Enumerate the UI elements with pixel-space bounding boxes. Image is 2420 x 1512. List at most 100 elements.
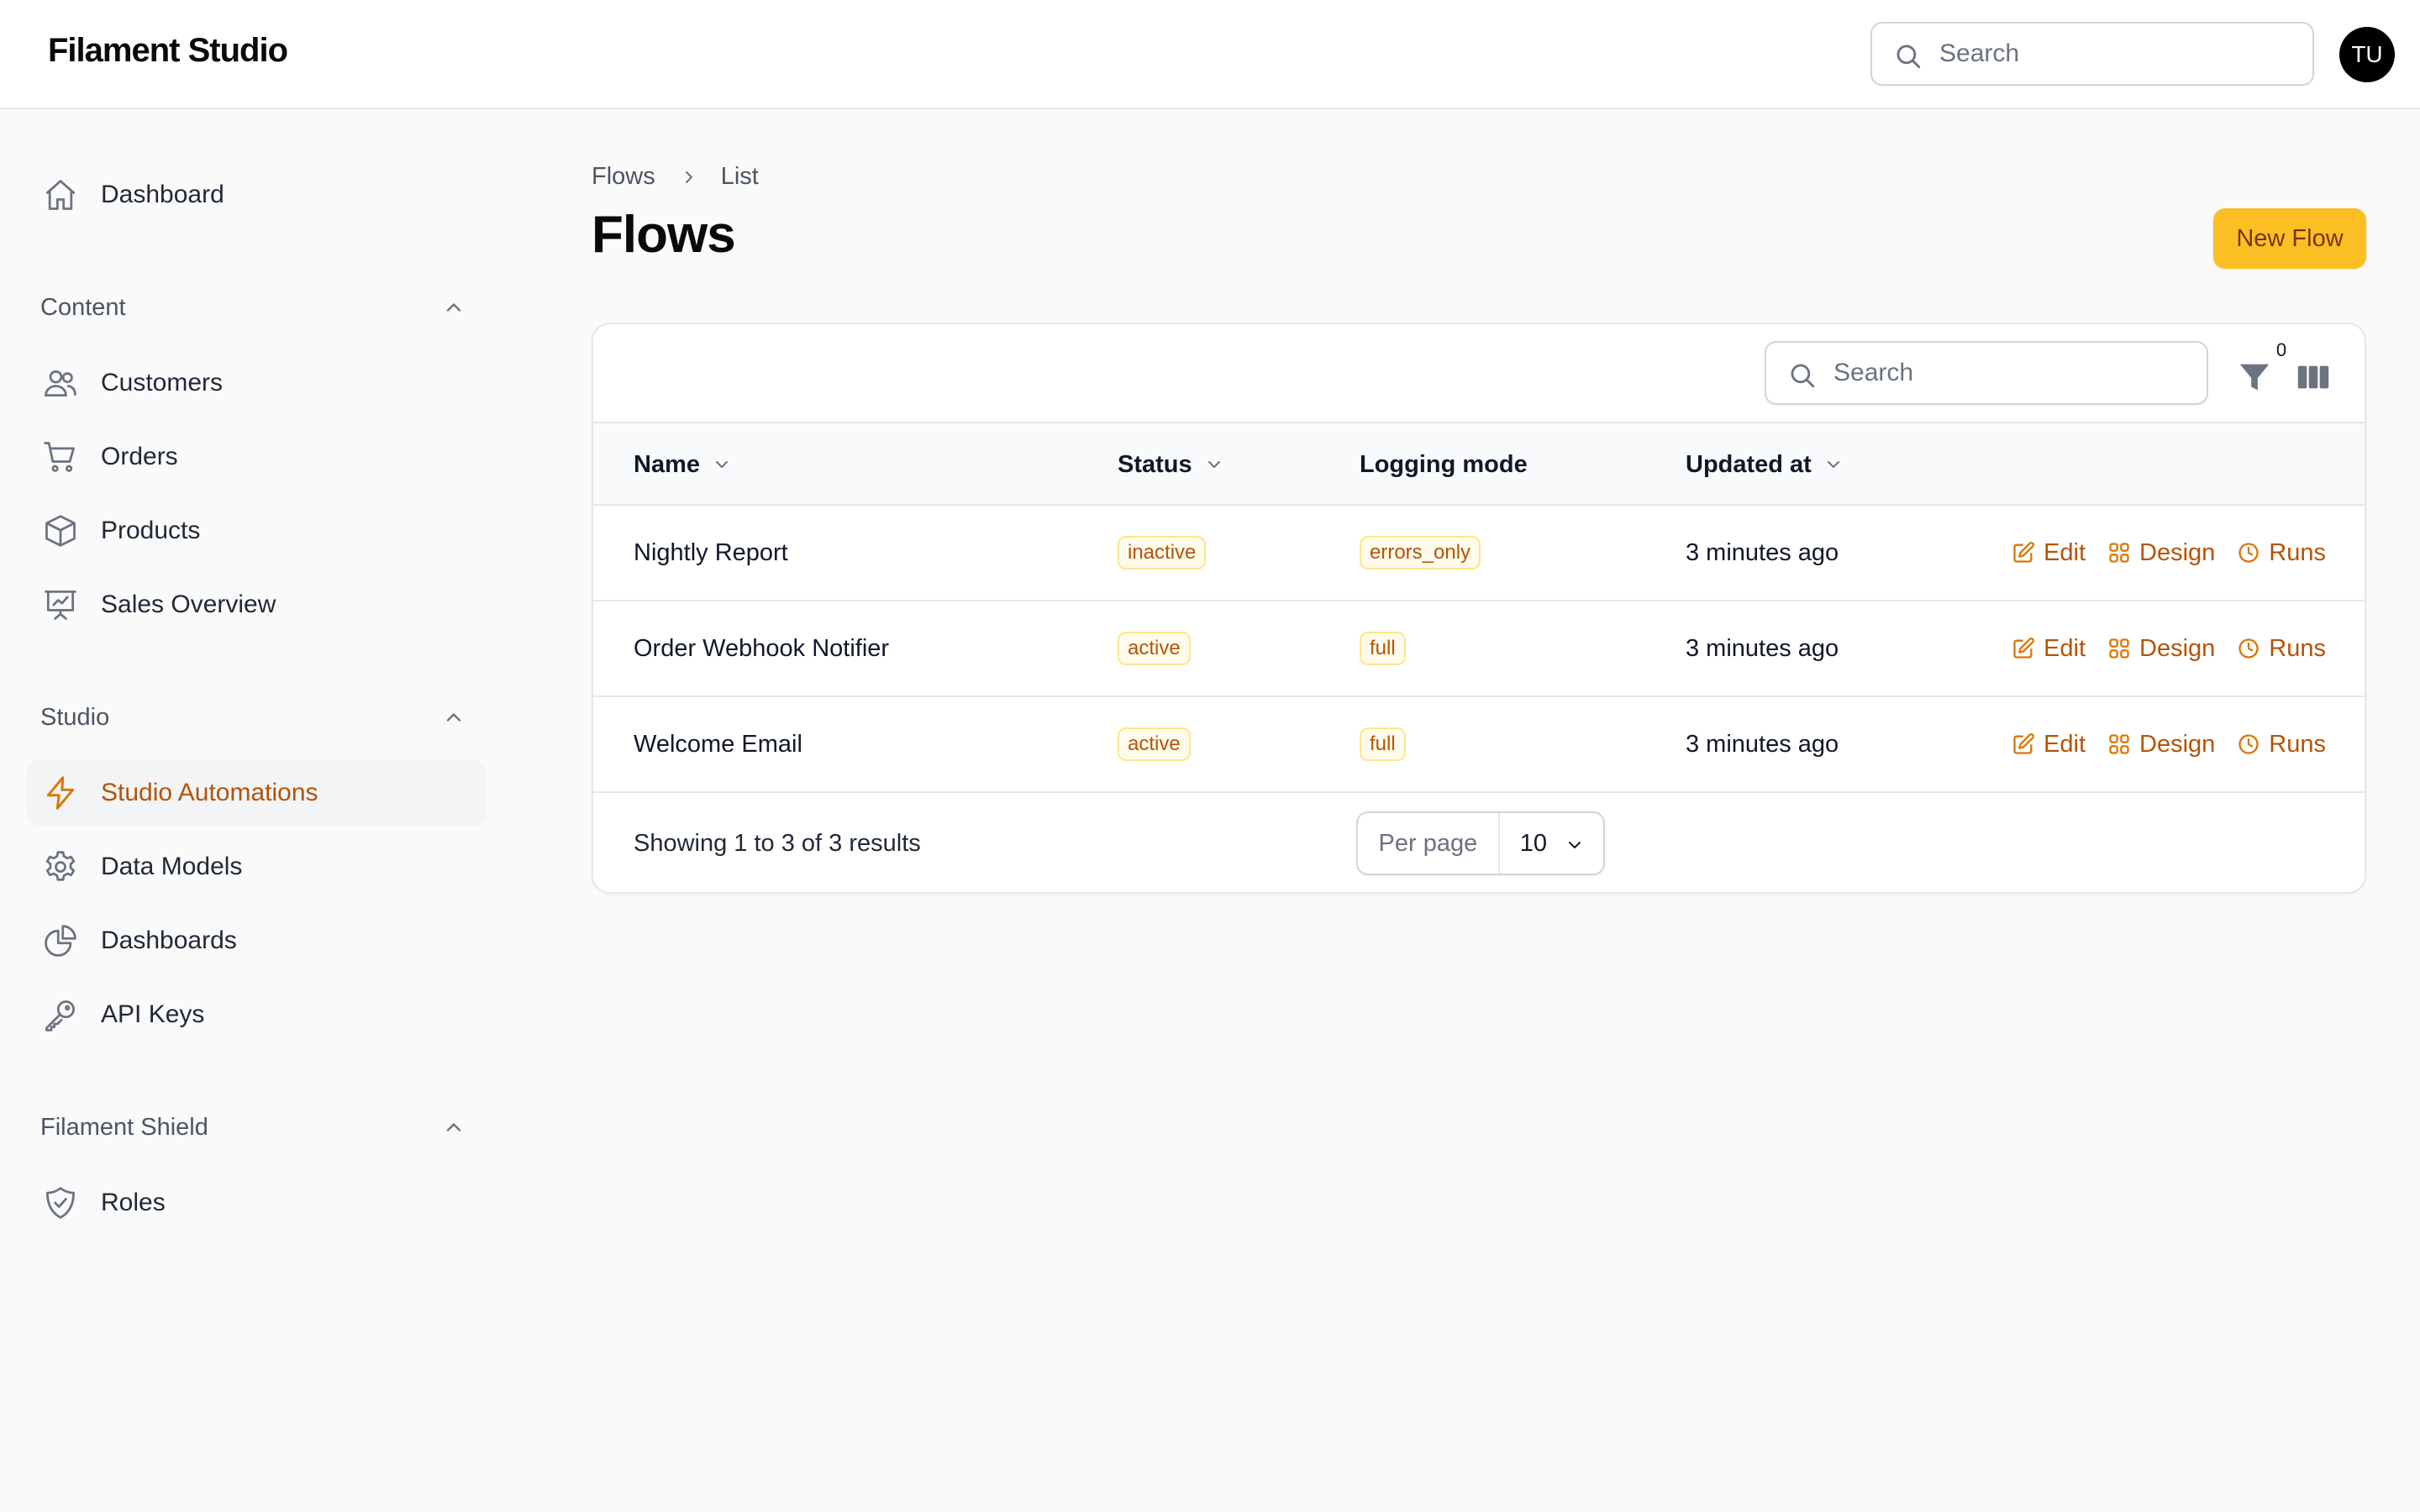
grid-icon [2109, 734, 2129, 754]
sidebar-group-filament-shield-label: Filament Shield [40, 1114, 208, 1141]
per-page-value[interactable]: 10 [1500, 813, 1603, 874]
key-icon [42, 996, 79, 1033]
logging-mode-badge: full [1360, 727, 1406, 761]
clock-icon [2238, 734, 2259, 754]
table-search-input[interactable] [1833, 343, 2186, 403]
edit-button[interactable]: Edit [2012, 635, 2086, 663]
sidebar-item-label: Dashboard [101, 181, 224, 208]
sidebar-item-data-models[interactable]: Data Models [27, 833, 486, 900]
flows-table: 0 Name Status Logging mode Updated at Ni… [592, 323, 2366, 894]
sidebar-item-products[interactable]: Products [27, 497, 486, 564]
shield-check-icon [42, 1184, 79, 1221]
sidebar-item-orders[interactable]: Orders [27, 423, 486, 491]
column-header-status[interactable]: Status [1118, 423, 1224, 506]
home-icon [42, 176, 79, 213]
pie-chart-icon [42, 922, 79, 959]
grid-icon [2109, 638, 2129, 659]
edit-button[interactable]: Edit [2012, 731, 2086, 759]
columns-icon[interactable] [2294, 358, 2333, 396]
design-button[interactable]: Design [2107, 635, 2215, 663]
design-button[interactable]: Design [2107, 539, 2215, 567]
column-header-name[interactable]: Name [634, 423, 732, 506]
row-actions: Edit Design Runs [1990, 601, 2326, 696]
sidebar-item-label: Products [101, 517, 201, 544]
row-actions: Edit Design Runs [1990, 697, 2326, 791]
table-toolbar: 0 [593, 324, 2365, 423]
runs-button[interactable]: Runs [2237, 635, 2326, 663]
chevron-up-icon[interactable] [442, 1116, 466, 1139]
sidebar-item-label: Sales Overview [101, 591, 276, 618]
chevron-down-icon [1569, 842, 1581, 848]
table-row[interactable]: Nightly Report inactive errors_only 3 mi… [593, 506, 2365, 601]
cart-icon [42, 438, 79, 475]
breadcrumb-item-flows[interactable]: Flows [592, 163, 655, 191]
filter-icon[interactable] [2235, 358, 2274, 396]
sidebar-group-content-label: Content [40, 294, 126, 321]
breadcrumb-item-list: List [720, 163, 759, 190]
logging-mode-badge: full [1360, 632, 1406, 665]
row-actions: Edit Design Runs [1990, 506, 2326, 600]
table-header: Name Status Logging mode Updated at [593, 423, 2365, 506]
cell-name: Nightly Report [634, 538, 788, 566]
users-icon [42, 365, 79, 402]
sidebar-item-label: Roles [101, 1189, 166, 1216]
sidebar-item-roles[interactable]: Roles [27, 1169, 486, 1236]
design-button[interactable]: Design [2107, 731, 2215, 759]
sidebar-item-sales-overview[interactable]: Sales Overview [27, 571, 486, 638]
chevron-down-icon [1207, 461, 1220, 468]
global-search-input[interactable] [1939, 24, 2292, 84]
cube-icon [42, 512, 79, 549]
table-search[interactable] [1765, 341, 2208, 405]
status-badge: active [1118, 632, 1191, 665]
sidebar-item-studio-automations[interactable]: Studio Automations [27, 759, 486, 827]
sidebar-item-label: Dashboards [101, 927, 237, 954]
runs-button[interactable]: Runs [2237, 539, 2326, 567]
global-search[interactable] [1870, 22, 2314, 86]
gear-icon [42, 848, 79, 885]
sidebar-group-studio-label: Studio [40, 704, 110, 731]
cell-updated-at: 3 minutes ago [1686, 538, 1839, 566]
chevron-right-icon [679, 167, 699, 187]
sidebar-item-label: Data Models [101, 853, 243, 880]
column-header-logging-mode: Logging mode [1360, 451, 1528, 478]
clock-icon [2238, 638, 2259, 659]
sidebar-item-dashboards[interactable]: Dashboards [27, 907, 486, 974]
sidebar-item-label: Customers [101, 369, 224, 396]
edit-button[interactable]: Edit [2012, 539, 2086, 567]
edit-icon [2013, 733, 2034, 754]
edit-icon [2013, 542, 2034, 563]
search-icon [1894, 42, 1923, 71]
sidebar-item-label: Studio Automations [101, 779, 318, 806]
per-page-label: Per page [1358, 813, 1500, 874]
logging-mode-badge: errors_only [1360, 536, 1481, 570]
cell-name: Welcome Email [634, 730, 802, 758]
table-row[interactable]: Welcome Email active full 3 minutes ago … [593, 697, 2365, 793]
chevron-up-icon[interactable] [442, 296, 466, 319]
breadcrumb: Flows List [592, 163, 759, 191]
grid-icon [2109, 543, 2129, 563]
chevron-down-icon [716, 461, 728, 468]
column-header-updated-at[interactable]: Updated at [1686, 423, 1844, 506]
per-page-select[interactable]: Per page 10 [1356, 811, 1605, 875]
clock-icon [2238, 543, 2259, 563]
new-flow-button[interactable]: New Flow [2213, 208, 2366, 269]
table-row[interactable]: Order Webhook Notifier active full 3 min… [593, 601, 2365, 697]
search-icon [1788, 361, 1817, 390]
sidebar-item-dashboard[interactable]: Dashboard [27, 161, 486, 228]
sidebar-item-api-keys[interactable]: API Keys [27, 981, 486, 1048]
sidebar-item-label: Orders [101, 443, 178, 470]
top-bar: Filament Studio TU [0, 0, 2420, 109]
user-avatar[interactable]: TU [2339, 27, 2395, 82]
cell-name: Order Webhook Notifier [634, 634, 890, 662]
chevron-up-icon[interactable] [442, 706, 466, 729]
cell-updated-at: 3 minutes ago [1686, 730, 1839, 758]
sidebar-item-customers[interactable]: Customers [27, 349, 486, 417]
filter-count-badge: 0 [2267, 336, 2296, 365]
edit-icon [2013, 638, 2034, 659]
chevron-down-icon [1827, 461, 1839, 468]
status-badge: inactive [1118, 536, 1207, 570]
runs-button[interactable]: Runs [2237, 731, 2326, 759]
cell-updated-at: 3 minutes ago [1686, 634, 1839, 662]
app-title[interactable]: Filament Studio [48, 32, 288, 70]
page-title: Flows [592, 206, 736, 264]
